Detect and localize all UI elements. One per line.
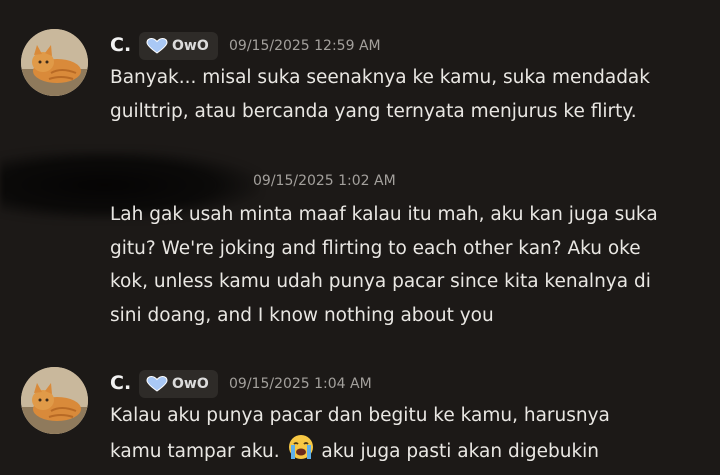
- author-name[interactable]: C.: [110, 372, 131, 394]
- timestamp[interactable]: 09/15/2025 1:04 AM: [229, 376, 372, 392]
- avatar[interactable]: [21, 367, 88, 434]
- server-tag-label: OwO: [172, 38, 209, 54]
- avatar[interactable]: [21, 29, 88, 96]
- message-content: Kalau aku punya pacar dan begitu ke kamu…: [110, 399, 710, 472]
- message-text: aku juga pasti akan digebukin: [321, 440, 600, 462]
- message-content: Lah gak usah minta maaf kalau itu mah, a…: [110, 198, 710, 332]
- heart-icon: [146, 376, 168, 392]
- server-tag-label: OwO: [172, 376, 209, 392]
- loudly-crying-face-emoji[interactable]: [286, 433, 316, 473]
- message-line: Banyak... misal suka seenaknya ke kamu, …: [110, 67, 650, 88]
- message-text: kamu tampar aku.: [110, 440, 280, 462]
- timestamp[interactable]: 09/15/2025 12:59 AM: [229, 38, 381, 54]
- author-name[interactable]: C.: [110, 34, 131, 56]
- message-line: sini doang, and I know nothing about you: [110, 304, 494, 326]
- message-line: gitu? We're joking and flirting to each …: [110, 237, 641, 259]
- message-line: guilttrip, atau bercanda yang ternyata m…: [110, 100, 637, 122]
- message-line: kok, unless kamu udah punya pacar since …: [110, 271, 651, 292]
- message-line: Lah gak usah minta maaf kalau itu mah, a…: [110, 204, 658, 225]
- server-tag[interactable]: OwO: [139, 370, 218, 398]
- cat-avatar-image: [21, 367, 88, 434]
- server-tag[interactable]: OwO: [139, 32, 218, 60]
- message-line: Kalau aku punya pacar dan begitu ke kamu…: [110, 405, 610, 426]
- cat-avatar-image: [21, 29, 88, 96]
- message-line: kamu tampar aku. aku juga pasti akan dig…: [110, 433, 710, 473]
- message-content: Banyak... misal suka seenaknya ke kamu, …: [110, 61, 710, 128]
- timestamp[interactable]: 09/15/2025 1:02 AM: [253, 173, 396, 189]
- heart-icon: [146, 38, 168, 54]
